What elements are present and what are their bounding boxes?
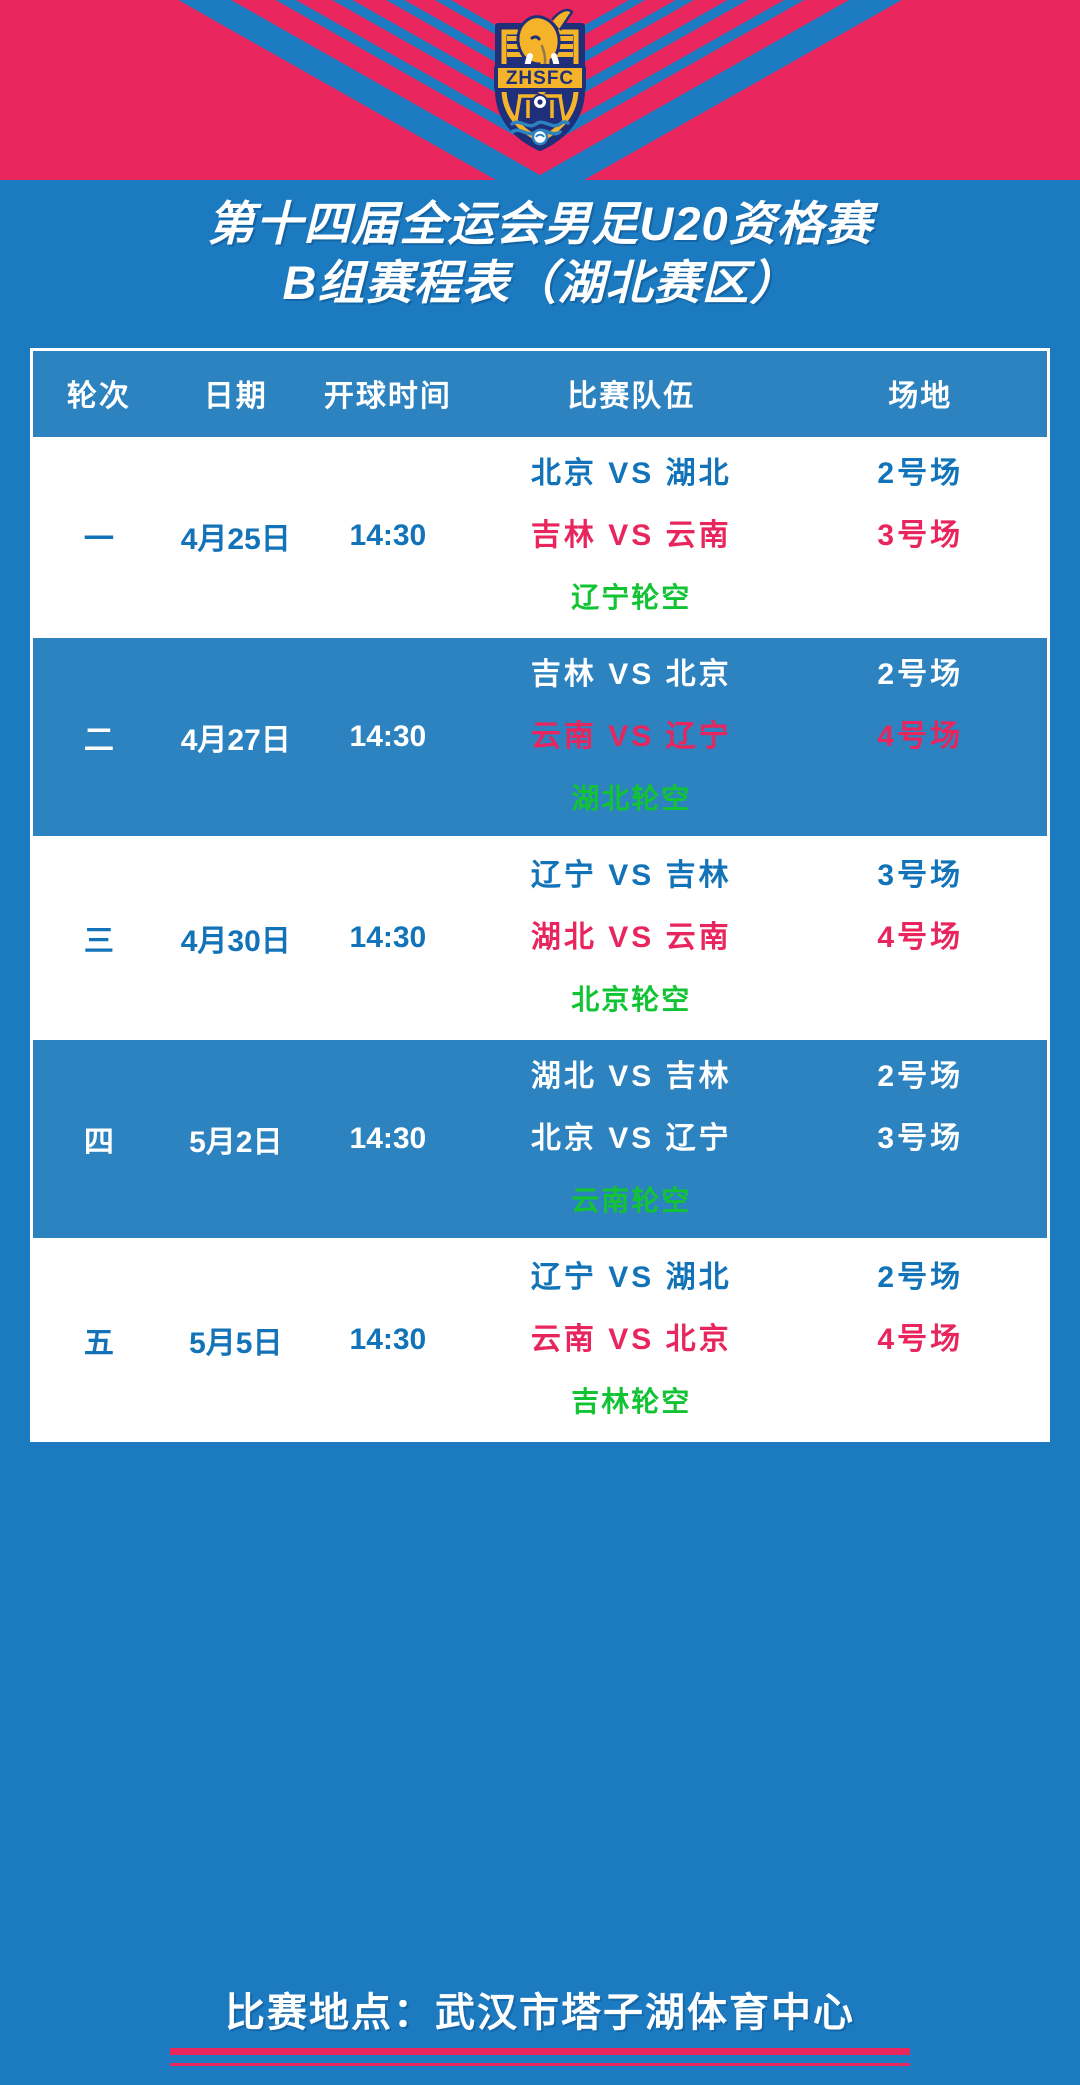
cell-venues: 2号场 4号场 [793, 637, 1047, 838]
cell-venues: 2号场 4号场 [793, 1240, 1047, 1440]
venue-spacer [793, 567, 1047, 629]
cell-round: 三 [83, 925, 114, 958]
venue-line: 3号场 [877, 1122, 964, 1155]
bye-line: 吉林轮空 [571, 1386, 692, 1417]
cell-venues: 2号场 3号场 [793, 1039, 1047, 1240]
footer-rule-group [170, 2048, 910, 2066]
cell-round: 二 [83, 724, 114, 757]
venue-line: 2号场 [877, 457, 964, 490]
col-header-round: 轮次 [33, 351, 165, 437]
table-row: 一 4月25日 14:30 北京 VS 湖北 吉林 VS 云南 辽宁轮空 2号场 3号场 [33, 437, 1047, 637]
footer-venue-text: 比赛地点：武汉市塔子湖体育中心 [225, 1991, 855, 2035]
cell-kickoff: 14:30 [349, 921, 427, 954]
cell-kickoff: 14:30 [349, 1122, 427, 1155]
table-row: 四 5月2日 14:30 湖北 VS 吉林 北京 VS 辽宁 云南轮空 2号场 3号场 [33, 1038, 1047, 1240]
footer-rule-thin [170, 2063, 910, 2066]
venue-line: 3号场 [877, 519, 964, 552]
cell-venues: 2号场 3号场 [793, 437, 1047, 637]
match-line: 云南 VS 北京 [530, 1323, 732, 1356]
venue-spacer [793, 768, 1047, 830]
cell-round: 四 [83, 1126, 114, 1159]
col-header-date: 日期 [164, 351, 307, 437]
cell-date: 5月5日 [189, 1327, 283, 1360]
poster-root: ZHSFC 第十四届全运会男足U20资格赛 B组赛程表（湖北赛区） 轮次 日期 … [0, 0, 1080, 2085]
club-crest-logo: ZHSFC [480, 4, 600, 154]
cell-matches: 北京 VS 湖北 吉林 VS 云南 辽宁轮空 [469, 437, 793, 637]
col-header-teams: 比赛队伍 [469, 351, 794, 437]
venue-line: 2号场 [877, 658, 964, 691]
poster-title-block: 第十四届全运会男足U20资格赛 B组赛程表（湖北赛区） [0, 196, 1080, 311]
venue-line: 4号场 [877, 921, 964, 954]
col-header-kickoff: 开球时间 [306, 351, 469, 437]
table-row: 三 4月30日 14:30 辽宁 VS 吉林 湖北 VS 云南 北京轮空 3号场 4号场 [33, 837, 1047, 1039]
crest-text: ZHSFC [506, 68, 574, 89]
header-banner: ZHSFC [0, 0, 1080, 180]
cell-kickoff: 14:30 [349, 1323, 427, 1356]
cell-date: 4月30日 [180, 925, 291, 958]
footer-rule-thick [170, 2048, 910, 2055]
table-row: 二 4月27日 14:30 吉林 VS 北京 云南 VS 辽宁 湖北轮空 2号场 4号场 [33, 636, 1047, 838]
match-line: 吉林 VS 北京 [530, 658, 732, 691]
venue-line: 3号场 [877, 859, 964, 892]
venue-line: 4号场 [877, 1323, 964, 1356]
table-header: 轮次 日期 开球时间 比赛队伍 场地 [33, 351, 1047, 437]
match-line: 北京 VS 辽宁 [530, 1122, 732, 1155]
cell-date: 4月27日 [180, 724, 291, 757]
schedule-table-container: 轮次 日期 开球时间 比赛队伍 场地 一 4月25日 14:30 北京 VS 湖北 吉林… [30, 348, 1050, 1442]
col-header-venue: 场地 [793, 351, 1047, 437]
cell-venues: 3号场 4号场 [793, 838, 1047, 1039]
venue-line: 2号场 [877, 1060, 964, 1093]
cell-matches: 湖北 VS 吉林 北京 VS 辽宁 云南轮空 [469, 1039, 793, 1240]
cell-matches: 吉林 VS 北京 云南 VS 辽宁 湖北轮空 [469, 637, 793, 838]
cell-kickoff: 14:30 [349, 519, 427, 552]
match-line: 北京 VS 湖北 [530, 457, 732, 490]
match-line: 辽宁 VS 吉林 [530, 859, 732, 892]
cell-round: 五 [83, 1327, 114, 1360]
cell-round: 一 [83, 523, 114, 556]
venue-spacer [793, 969, 1047, 1031]
schedule-table: 轮次 日期 开球时间 比赛队伍 场地 一 4月25日 14:30 北京 VS 湖北 吉林… [33, 351, 1047, 1439]
cell-date: 4月25日 [180, 523, 291, 556]
footer-venue-bar: 比赛地点：武汉市塔子湖体育中心 [0, 1942, 1080, 2085]
bye-line: 湖北轮空 [571, 783, 692, 814]
venue-line: 2号场 [877, 1261, 964, 1294]
page-title-line1: 第十四届全运会男足U20资格赛 [207, 197, 873, 250]
cell-date: 5月2日 [189, 1126, 283, 1159]
match-line: 湖北 VS 吉林 [530, 1060, 732, 1093]
match-line: 湖北 VS 云南 [530, 921, 732, 954]
page-title-line2: B组赛程表（湖北赛区） [282, 256, 798, 310]
venue-spacer [793, 1371, 1047, 1433]
bye-line: 北京轮空 [571, 984, 692, 1015]
venue-spacer [793, 1170, 1047, 1232]
match-line: 辽宁 VS 湖北 [530, 1261, 732, 1294]
table-body: 一 4月25日 14:30 北京 VS 湖北 吉林 VS 云南 辽宁轮空 2号场 3号场 二 4… [33, 437, 1047, 1439]
venue-line: 4号场 [877, 720, 964, 753]
bye-line: 辽宁轮空 [571, 582, 692, 613]
cell-matches: 辽宁 VS 吉林 湖北 VS 云南 北京轮空 [469, 838, 793, 1039]
bye-line: 云南轮空 [571, 1185, 692, 1216]
cell-kickoff: 14:30 [349, 720, 427, 753]
match-line: 云南 VS 辽宁 [530, 720, 732, 753]
table-header-row: 轮次 日期 开球时间 比赛队伍 场地 [33, 351, 1047, 437]
match-line: 吉林 VS 云南 [530, 519, 732, 552]
footer-rule-gap [170, 2055, 910, 2059]
table-row: 五 5月5日 14:30 辽宁 VS 湖北 云南 VS 北京 吉林轮空 2号场 4号场 [33, 1239, 1047, 1440]
cell-matches: 辽宁 VS 湖北 云南 VS 北京 吉林轮空 [469, 1240, 793, 1440]
